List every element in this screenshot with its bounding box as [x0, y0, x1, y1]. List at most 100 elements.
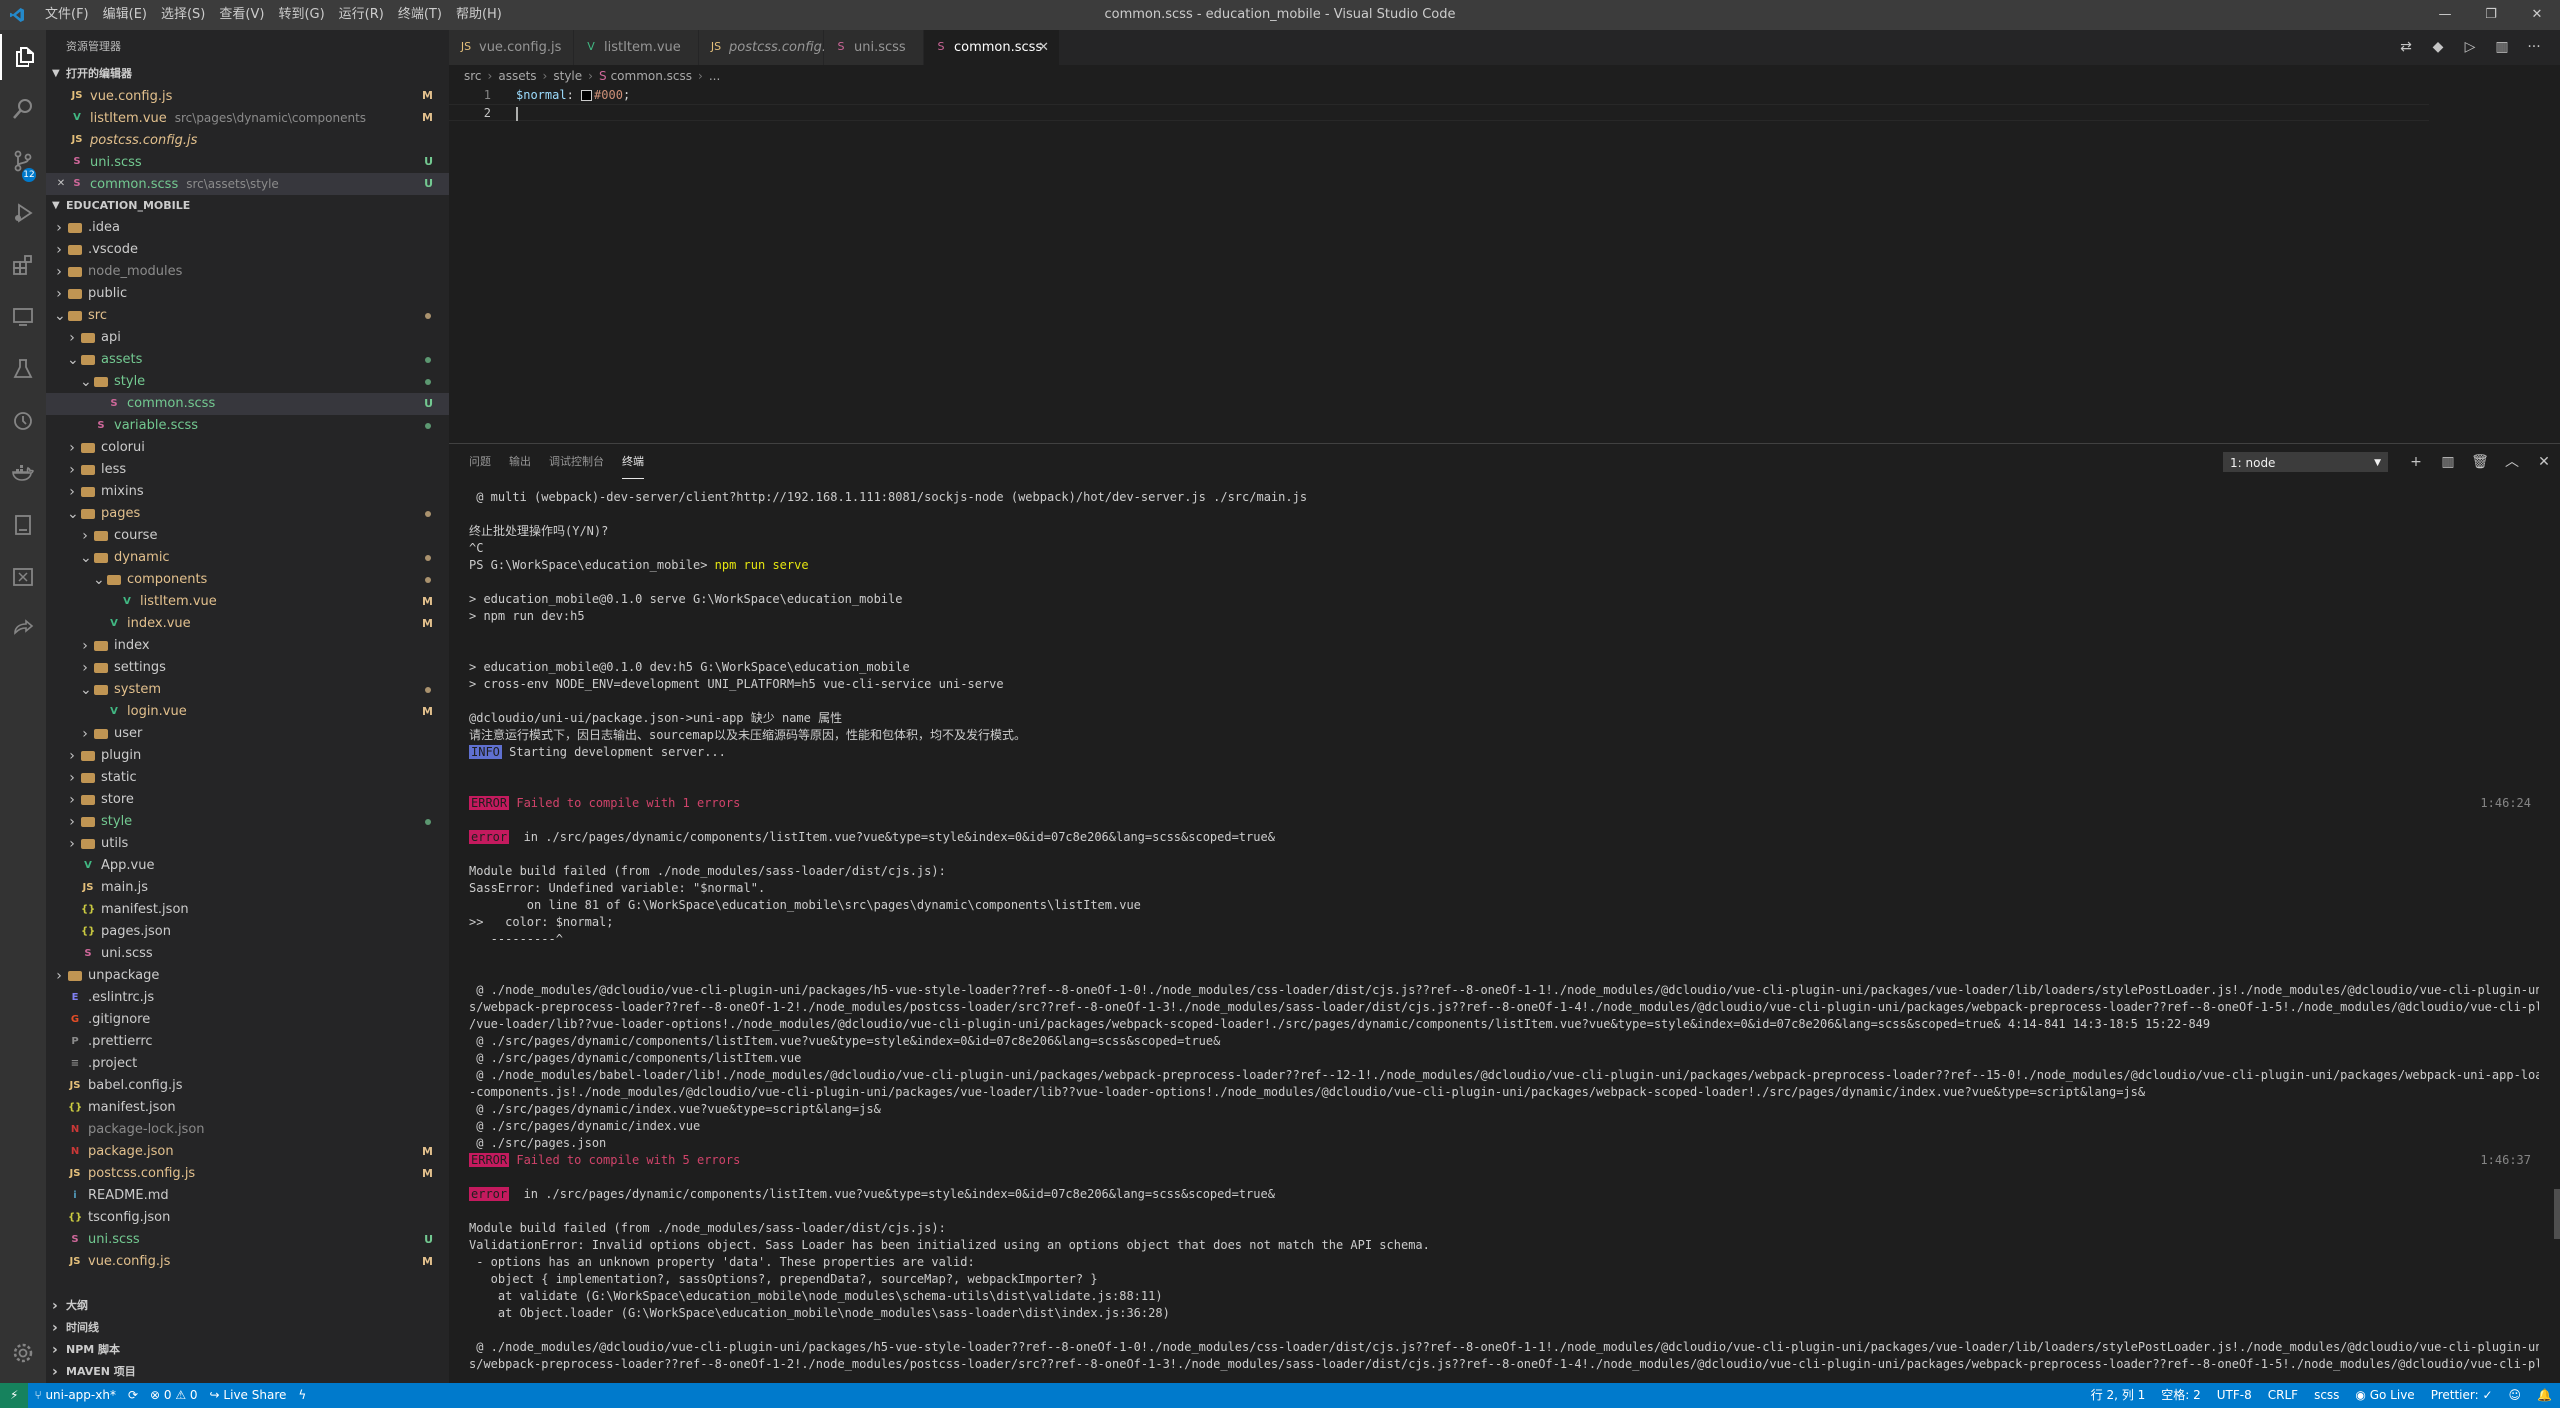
close-window-button[interactable]: ✕ [2514, 0, 2560, 30]
close-tab-icon[interactable]: ✕ [1038, 30, 1049, 65]
remote-explorer-icon[interactable] [0, 294, 46, 340]
folder-item[interactable]: › style [46, 811, 449, 833]
go-live-icon[interactable]: ◆ [2422, 30, 2454, 65]
file-item[interactable]: E .eslintrc.js [46, 987, 449, 1009]
gear-icon[interactable] [0, 1330, 46, 1376]
folder-item[interactable]: › colorui [46, 437, 449, 459]
file-item[interactable]: {} manifest.json [46, 1097, 449, 1119]
file-item[interactable]: JS babel.config.js [46, 1075, 449, 1097]
folder-item[interactable]: › user [46, 723, 449, 745]
prettier-status[interactable]: Prettier: ✓ [2423, 1383, 2501, 1408]
file-item[interactable]: JS postcss.config.js M [46, 1163, 449, 1185]
split-editor-icon[interactable]: ▥ [2486, 30, 2518, 65]
close-icon[interactable]: ✕ [56, 173, 66, 195]
compare-icon[interactable]: ⇄ [2390, 30, 2422, 65]
folder-item[interactable]: › static [46, 767, 449, 789]
open-editor-item[interactable]: ✕ Scommon.scss src\assets\style U [46, 173, 449, 195]
bell-icon[interactable]: 🔔 [2529, 1383, 2560, 1408]
collapsed-section-header[interactable]: › 时间线 [46, 1317, 449, 1339]
feedback-icon[interactable]: ☺ [2501, 1383, 2530, 1408]
collapsed-section-header[interactable]: › NPM 脚本 [46, 1339, 449, 1361]
extensions-icon[interactable] [0, 242, 46, 288]
folder-item[interactable]: ⌄ dynamic [46, 547, 449, 569]
file-item[interactable]: {} manifest.json [46, 899, 449, 921]
project-header[interactable]: ▼ EDUCATION_MOBILE [46, 195, 449, 217]
file-item[interactable]: Vindex.vue M [46, 613, 449, 635]
close-panel-icon[interactable]: ✕ [2528, 444, 2560, 480]
editor-tab[interactable]: VlistItem.vue [574, 30, 699, 65]
file-item[interactable]: Svariable.scss [46, 415, 449, 437]
folder-item[interactable]: › store [46, 789, 449, 811]
breadcrumb-item[interactable]: assets [498, 69, 536, 83]
cursor-position[interactable]: 行 2, 列 1 [2083, 1383, 2154, 1408]
search-icon[interactable] [0, 86, 46, 132]
menu-item[interactable]: 帮助(H) [449, 0, 509, 30]
menu-item[interactable]: 运行(R) [332, 0, 391, 30]
split-terminal-icon[interactable]: ▥ [2432, 444, 2464, 480]
menu-item[interactable]: 选择(S) [154, 0, 212, 30]
docker-icon[interactable] [0, 450, 46, 496]
file-item[interactable]: Npackage-lock.json [46, 1119, 449, 1141]
explorer-icon[interactable] [0, 34, 46, 80]
folder-item[interactable]: › settings [46, 657, 449, 679]
folder-item[interactable]: › node_modules [46, 261, 449, 283]
end-of-line[interactable]: CRLF [2260, 1383, 2306, 1408]
folder-item[interactable]: › .vscode [46, 239, 449, 261]
new-terminal-icon[interactable]: + [2400, 444, 2432, 480]
file-item[interactable]: Vlogin.vue M [46, 701, 449, 723]
testing-icon[interactable] [0, 346, 46, 392]
folder-item[interactable]: › public [46, 283, 449, 305]
folder-item[interactable]: ⌄ components [46, 569, 449, 591]
more-actions-icon[interactable]: ··· [2518, 30, 2550, 65]
terminal-output[interactable]: @ multi (webpack)-dev-server/client?http… [469, 489, 2539, 1379]
menu-item[interactable]: 编辑(E) [96, 0, 154, 30]
terminal-scrollbar[interactable] [2554, 1189, 2560, 1239]
file-item[interactable]: ≡ .project [46, 1053, 449, 1075]
color-swatch[interactable] [581, 90, 593, 101]
file-item[interactable]: {} tsconfig.json [46, 1207, 449, 1229]
folder-item[interactable]: ⌄ system [46, 679, 449, 701]
file-item[interactable]: G .gitignore [46, 1009, 449, 1031]
folder-item[interactable]: › index [46, 635, 449, 657]
git-history-icon[interactable] [0, 398, 46, 444]
folder-item[interactable]: › utils [46, 833, 449, 855]
open-editor-item[interactable]: JS postcss.config.js [46, 129, 449, 151]
editor-tab[interactable]: Suni.scss [824, 30, 924, 65]
folder-item[interactable]: › course [46, 525, 449, 547]
source-control-icon[interactable]: 12 [0, 138, 46, 184]
table-icon[interactable] [0, 554, 46, 600]
live-share-icon[interactable] [0, 606, 46, 652]
run-icon[interactable]: ▷ [2454, 30, 2486, 65]
editor-tab[interactable]: JS vue.config.js [449, 30, 574, 65]
code-editor[interactable]: 1 $normal: #000; 2 [449, 87, 2560, 443]
collapsed-section-header[interactable]: › 大纲 [46, 1295, 449, 1317]
folder-item[interactable]: ⌄ assets [46, 349, 449, 371]
folder-item[interactable]: › unpackage [46, 965, 449, 987]
run-debug-icon[interactable] [0, 190, 46, 236]
indentation[interactable]: 空格: 2 [2153, 1383, 2209, 1408]
editor-tab[interactable]: JS postcss.config.js [699, 30, 836, 65]
minimize-button[interactable]: — [2422, 0, 2468, 30]
menu-item[interactable]: 终端(T) [391, 0, 449, 30]
menu-item[interactable]: 转到(G) [271, 0, 331, 30]
restore-button[interactable]: ❐ [2468, 0, 2514, 30]
folder-item[interactable]: ⌄ pages [46, 503, 449, 525]
file-item[interactable]: P .prettierrc [46, 1031, 449, 1053]
maximize-panel-icon[interactable]: ︿ [2496, 444, 2528, 480]
breadcrumb-item[interactable]: src [464, 69, 482, 83]
file-panel-icon[interactable] [0, 502, 46, 548]
breadcrumb-item[interactable]: common.scss [611, 69, 692, 83]
kill-terminal-icon[interactable]: 🗑 [2464, 444, 2496, 480]
tab-problems[interactable]: 问题 [469, 444, 491, 480]
breadcrumb-item[interactable]: style [553, 69, 582, 83]
folder-item[interactable]: › less [46, 459, 449, 481]
file-item[interactable]: Suni.scss [46, 943, 449, 965]
open-editor-item[interactable]: VlistItem.vue src\pages\dynamic\component… [46, 107, 449, 129]
file-item[interactable]: V App.vue [46, 855, 449, 877]
open-editor-item[interactable]: Suni.scss U [46, 151, 449, 173]
editor-tab[interactable]: Scommon.scss ✕ [924, 30, 1060, 65]
file-item[interactable]: JS vue.config.js M [46, 1251, 449, 1273]
file-item[interactable]: Scommon.scss U [46, 393, 449, 415]
tab-terminal[interactable]: 终端 [622, 445, 644, 479]
tab-debug-console[interactable]: 调试控制台 [549, 444, 604, 480]
